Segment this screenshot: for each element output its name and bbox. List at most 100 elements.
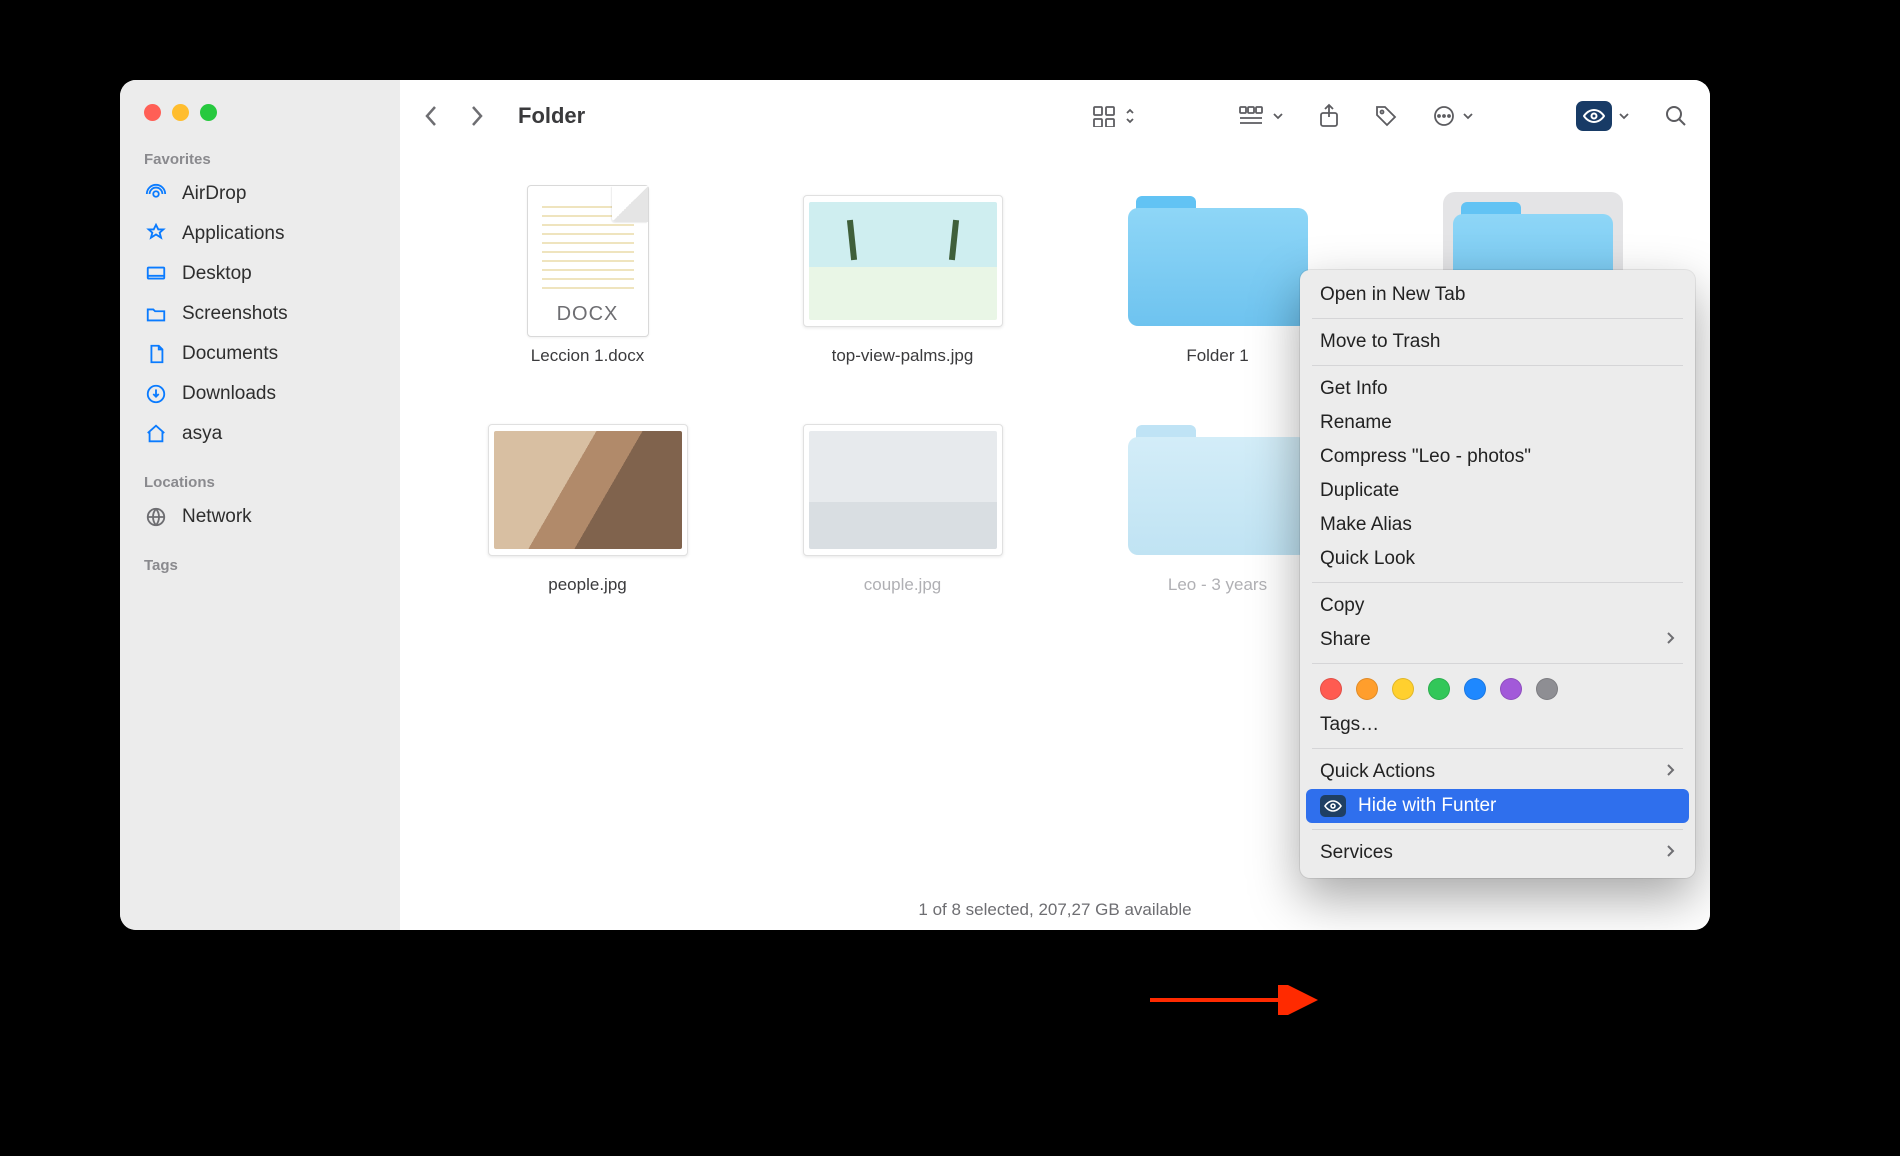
favorites-header: Favorites [120, 145, 400, 174]
view-icons-button[interactable] [1092, 105, 1136, 127]
sidebar-item-label: asya [182, 423, 222, 445]
group-by-button[interactable] [1238, 105, 1284, 127]
forward-button[interactable] [468, 102, 486, 130]
menu-rename[interactable]: Rename [1300, 406, 1695, 440]
sidebar-item-applications[interactable]: Applications [120, 214, 400, 254]
menu-item-label: Compress "Leo - photos" [1320, 446, 1531, 468]
locations-header: Locations [120, 468, 400, 497]
file-item-docx[interactable]: DOCX Leccion 1.docx [450, 186, 725, 375]
menu-item-label: Services [1320, 842, 1393, 864]
sidebar-item-label: Screenshots [182, 303, 288, 325]
menu-make-alias[interactable]: Make Alias [1300, 508, 1695, 542]
file-label: Leo - 3 years [1168, 575, 1267, 595]
close-window-button[interactable] [144, 104, 161, 121]
menu-item-label: Tags… [1320, 714, 1379, 736]
menu-item-label: Rename [1320, 412, 1392, 434]
tag-color-blue[interactable] [1464, 678, 1486, 700]
menu-services[interactable]: Services [1300, 836, 1695, 870]
file-label: top-view-palms.jpg [832, 346, 974, 366]
menu-item-label: Duplicate [1320, 480, 1399, 502]
sidebar-item-label: Applications [182, 223, 284, 245]
sidebar-item-home[interactable]: asya [120, 414, 400, 454]
sidebar-item-desktop[interactable]: Desktop [120, 254, 400, 294]
funter-toolbar-button[interactable] [1576, 101, 1630, 131]
menu-move-trash[interactable]: Move to Trash [1300, 325, 1695, 359]
docx-badge: DOCX [528, 303, 648, 326]
menu-separator [1312, 663, 1683, 664]
menu-item-label: Open in New Tab [1320, 284, 1465, 306]
network-icon [144, 505, 168, 529]
tag-color-orange[interactable] [1356, 678, 1378, 700]
menu-share[interactable]: Share [1300, 623, 1695, 657]
menu-item-label: Hide with Funter [1358, 795, 1496, 817]
menu-quick-actions[interactable]: Quick Actions [1300, 755, 1695, 789]
chevron-updown-icon [1124, 106, 1136, 126]
chevron-right-icon [1665, 761, 1675, 783]
menu-get-info[interactable]: Get Info [1300, 372, 1695, 406]
funter-eye-icon [1320, 795, 1346, 817]
menu-item-label: Share [1320, 629, 1371, 651]
tags-button[interactable] [1374, 104, 1398, 128]
toolbar: Folder [400, 80, 1710, 146]
funter-eye-icon [1576, 101, 1612, 131]
menu-open-new-tab[interactable]: Open in New Tab [1300, 278, 1695, 312]
file-item-image-palms[interactable]: top-view-palms.jpg [765, 186, 1040, 375]
back-button[interactable] [422, 102, 440, 130]
sidebar-item-label: Documents [182, 343, 278, 365]
menu-duplicate[interactable]: Duplicate [1300, 474, 1695, 508]
file-label: couple.jpg [864, 575, 942, 595]
context-menu: Open in New Tab Move to Trash Get Info R… [1300, 270, 1695, 878]
tag-color-purple[interactable] [1500, 678, 1522, 700]
menu-compress[interactable]: Compress "Leo - photos" [1300, 440, 1695, 474]
menu-separator [1312, 318, 1683, 319]
page-title: Folder [518, 103, 585, 129]
menu-copy[interactable]: Copy [1300, 589, 1695, 623]
tag-color-gray[interactable] [1536, 678, 1558, 700]
sidebar-item-label: Desktop [182, 263, 252, 285]
menu-separator [1312, 748, 1683, 749]
menu-item-label: Quick Actions [1320, 761, 1435, 783]
sidebar-item-airdrop[interactable]: AirDrop [120, 174, 400, 214]
sidebar-item-screenshots[interactable]: Screenshots [120, 294, 400, 334]
desktop-icon [144, 262, 168, 286]
annotation-arrow [1150, 985, 1330, 1015]
chevron-down-icon [1618, 110, 1630, 122]
downloads-icon [144, 382, 168, 406]
applications-icon [144, 222, 168, 246]
menu-hide-with-funter[interactable]: Hide with Funter [1306, 789, 1689, 823]
more-actions-button[interactable] [1432, 104, 1474, 128]
file-label: Leccion 1.docx [531, 346, 644, 366]
chevron-right-icon [1665, 629, 1675, 651]
menu-separator [1312, 829, 1683, 830]
status-bar: 1 of 8 selected, 207,27 GB available [400, 889, 1710, 930]
share-button[interactable] [1318, 103, 1340, 129]
file-label: Folder 1 [1186, 346, 1248, 366]
minimize-window-button[interactable] [172, 104, 189, 121]
folder-icon [144, 302, 168, 326]
tag-color-red[interactable] [1320, 678, 1342, 700]
airdrop-icon [144, 182, 168, 206]
file-item-image-couple[interactable]: couple.jpg [765, 415, 1040, 595]
sidebar-item-downloads[interactable]: Downloads [120, 374, 400, 414]
sidebar-item-network[interactable]: Network [120, 497, 400, 537]
tags-header: Tags [120, 551, 400, 580]
sidebar-item-label: Downloads [182, 383, 276, 405]
menu-item-label: Get Info [1320, 378, 1388, 400]
sidebar-item-documents[interactable]: Documents [120, 334, 400, 374]
sidebar: Favorites AirDrop Applications Desktop S… [120, 80, 400, 930]
menu-item-label: Move to Trash [1320, 331, 1440, 353]
file-label: people.jpg [548, 575, 626, 595]
chevron-right-icon [1665, 842, 1675, 864]
sidebar-item-label: Network [182, 506, 252, 528]
chevron-down-icon [1272, 110, 1284, 122]
file-item-image-people[interactable]: people.jpg [450, 415, 725, 595]
fullscreen-window-button[interactable] [200, 104, 217, 121]
search-button[interactable] [1664, 104, 1688, 128]
menu-tags[interactable]: Tags… [1300, 708, 1695, 742]
tag-color-green[interactable] [1428, 678, 1450, 700]
document-icon [144, 342, 168, 366]
menu-quick-look[interactable]: Quick Look [1300, 542, 1695, 576]
menu-item-label: Quick Look [1320, 548, 1415, 570]
home-icon [144, 422, 168, 446]
tag-color-yellow[interactable] [1392, 678, 1414, 700]
